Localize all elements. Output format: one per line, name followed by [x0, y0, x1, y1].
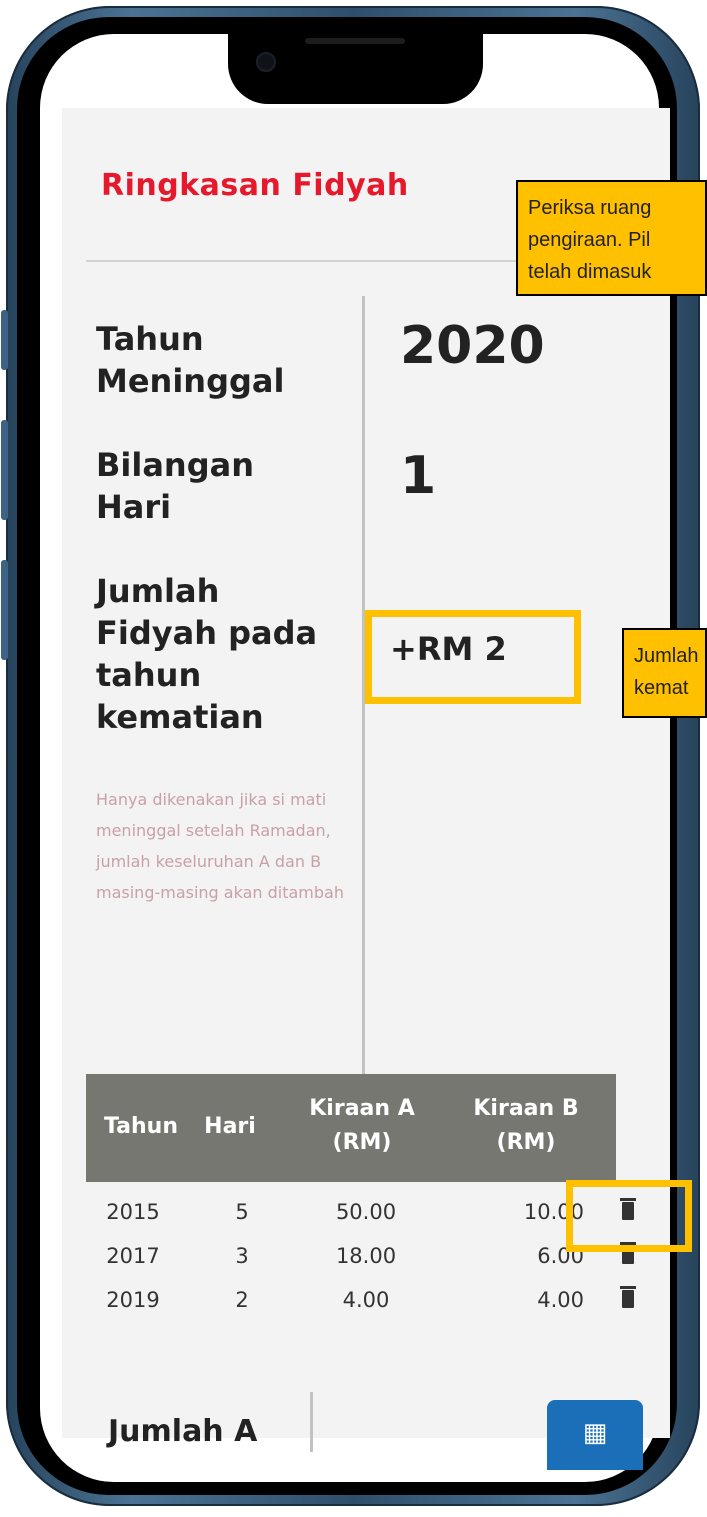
year-value: 2020 [400, 316, 545, 376]
callout-line: kemat [634, 677, 689, 699]
row-days: 2 [235, 1288, 249, 1312]
footer-divider [310, 1392, 313, 1452]
header-calc-b: Kiraan B (RM) [473, 1096, 579, 1155]
table-header: Tahun Hari Kiraan A (RM) Kiraan B (RM) [86, 1074, 616, 1182]
trash-icon[interactable] [620, 1286, 636, 1308]
year-label: Tahun Meninggal [96, 320, 285, 400]
callout-line: Jumlah [634, 645, 699, 667]
row-year: 2017 [106, 1244, 160, 1268]
top-callout: Periksa ruang pengiraan. Pil telah dimas… [516, 180, 707, 296]
row-calc-a: 18.00 [335, 1244, 397, 1268]
speaker-grille [305, 38, 405, 44]
row-calc-b: 4.00 [537, 1288, 584, 1312]
row-days: 3 [235, 1244, 249, 1268]
header-days: Hari [204, 1114, 256, 1139]
phone-volume-down [1, 560, 8, 660]
phone-mute-switch [1, 310, 8, 370]
phone-volume-up [1, 420, 8, 520]
days-value: 1 [400, 446, 437, 506]
mid-callout: Jumlah kemat [622, 628, 707, 718]
row-year: 2015 [106, 1200, 160, 1224]
fidyah-note: Hanya dikenakan jika si mati meninggal s… [96, 790, 344, 902]
fidyah-highlight-box [365, 610, 581, 704]
calculator-icon: ▦ [582, 1418, 608, 1448]
camera-icon [256, 52, 276, 72]
callout-line: pengiraan. Pil [528, 229, 651, 251]
days-label: Bilangan Hari [96, 446, 254, 526]
jumlah-a-label: Jumlah A [108, 1414, 258, 1449]
row-calc-a: 50.00 [335, 1200, 397, 1224]
header-calc-a: Kiraan A (RM) [309, 1096, 415, 1155]
row-days: 5 [235, 1200, 249, 1224]
trash-highlight-box [566, 1180, 692, 1252]
row-year: 2019 [106, 1288, 160, 1312]
callout-line: telah dimasuk [528, 261, 652, 283]
callout-line: Periksa ruang [528, 197, 652, 219]
page-title: Ringkasan Fidyah [101, 168, 409, 203]
table-row: 2019 2 4.00 4.00 [86, 1280, 670, 1320]
fidyah-label: Jumlah Fidyah pada tahun kematian [96, 572, 318, 736]
row-calc-a: 4.00 [342, 1288, 390, 1312]
calculate-button[interactable]: ▦ [547, 1400, 643, 1470]
header-year: Tahun [103, 1114, 178, 1139]
